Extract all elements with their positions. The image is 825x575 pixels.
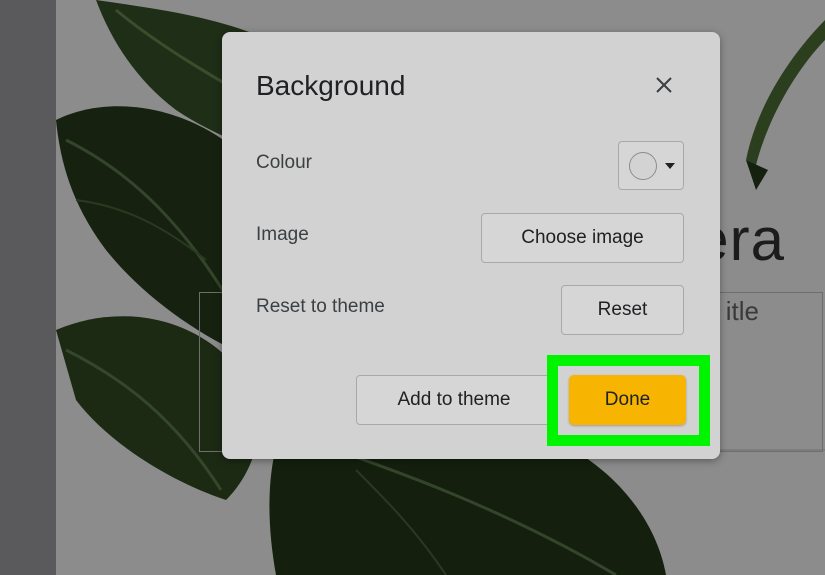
done-button[interactable]: Done [569,375,686,425]
colour-swatch [629,152,657,180]
add-to-theme-button[interactable]: Add to theme [356,375,552,425]
dialog-title: Background [256,70,406,101]
choose-image-button[interactable]: Choose image [481,213,684,263]
close-button[interactable] [646,70,682,100]
reset-button[interactable]: Reset [561,285,684,335]
colour-label: Colour [256,152,312,173]
close-icon [656,77,672,93]
colour-picker-button[interactable] [618,141,684,190]
slide-subtitle-text: itle [725,296,759,326]
caret-down-icon [665,163,675,169]
editor-side-panel [0,0,57,575]
reset-to-theme-label: Reset to theme [256,296,385,317]
image-label: Image [256,224,309,245]
